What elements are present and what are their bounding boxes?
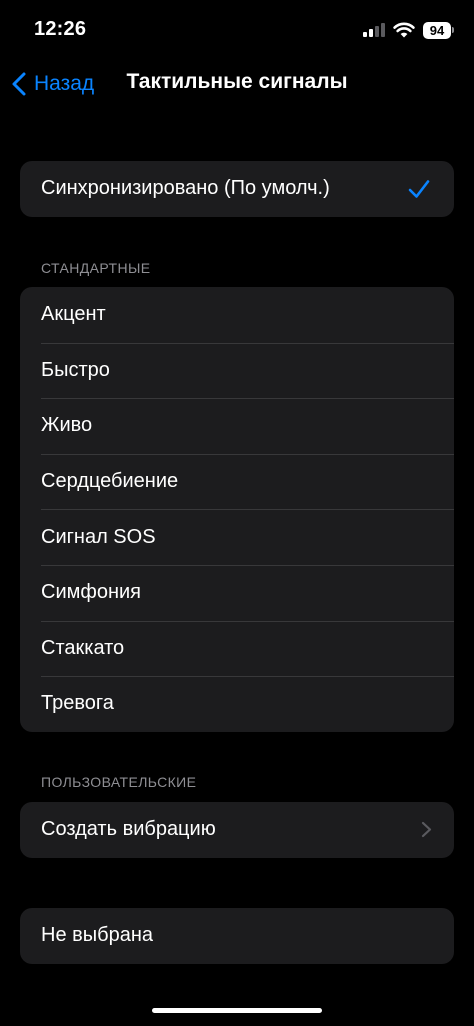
option-none[interactable]: Не выбрана: [20, 908, 454, 964]
custom-group: Создать вибрацию: [20, 802, 454, 858]
home-indicator[interactable]: [152, 1008, 322, 1013]
wifi-icon: [393, 22, 415, 38]
none-group: Не выбрана: [20, 908, 454, 964]
chevron-left-icon: [12, 72, 26, 96]
option-accent[interactable]: Акцент: [20, 287, 454, 343]
option-label: Быстро: [41, 358, 110, 381]
option-staccato[interactable]: Стаккато: [20, 620, 454, 677]
section-header-custom: ПОЛЬЗОВАТЕЛЬСКИЕ: [41, 774, 197, 790]
synced-group: Синхронизировано (По умолч.): [20, 161, 454, 217]
battery-icon: 94: [423, 21, 454, 39]
status-indicators: 94: [363, 18, 454, 42]
option-label: Живо: [41, 414, 93, 437]
option-label: Симфония: [41, 581, 141, 604]
option-label: Сигнал SOS: [41, 525, 156, 548]
back-button[interactable]: Назад: [10, 68, 94, 100]
screen: 12:26 94 Тактильные сигналы Назад Синхро…: [0, 0, 474, 1026]
section-header-standard: СТАНДАРТНЫЕ: [41, 260, 151, 276]
option-synced[interactable]: Синхронизировано (По умолч.): [20, 161, 454, 217]
option-fast[interactable]: Быстро: [20, 342, 454, 399]
option-symphony[interactable]: Симфония: [20, 564, 454, 621]
option-lively[interactable]: Живо: [20, 398, 454, 454]
create-vibration-label: Создать вибрацию: [41, 818, 216, 841]
cellular-signal-icon: [363, 23, 385, 37]
back-label: Назад: [34, 72, 95, 95]
option-label: Тревога: [41, 692, 114, 715]
option-label: Акцент: [41, 303, 106, 326]
option-heartbeat[interactable]: Сердцебиение: [20, 453, 454, 510]
battery-level: 94: [423, 21, 451, 39]
option-label: Не выбрана: [41, 924, 153, 947]
option-label: Сердцебиение: [41, 470, 179, 493]
checkmark-icon: [408, 179, 430, 198]
standard-group: Акцент Быстро Живо Сердцебиение Сигнал S…: [20, 287, 454, 732]
navigation-bar: Тактильные сигналы Назад: [0, 62, 474, 106]
option-label: Стаккато: [41, 636, 125, 659]
option-label: Синхронизировано (По умолч.): [41, 177, 330, 200]
chevron-right-icon: [421, 822, 432, 838]
option-alarm[interactable]: Тревога: [20, 676, 454, 732]
status-bar: 12:26 94: [0, 0, 474, 60]
status-time: 12:26: [34, 18, 87, 40]
create-vibration-button[interactable]: Создать вибрацию: [20, 802, 454, 858]
option-sos[interactable]: Сигнал SOS: [20, 509, 454, 565]
